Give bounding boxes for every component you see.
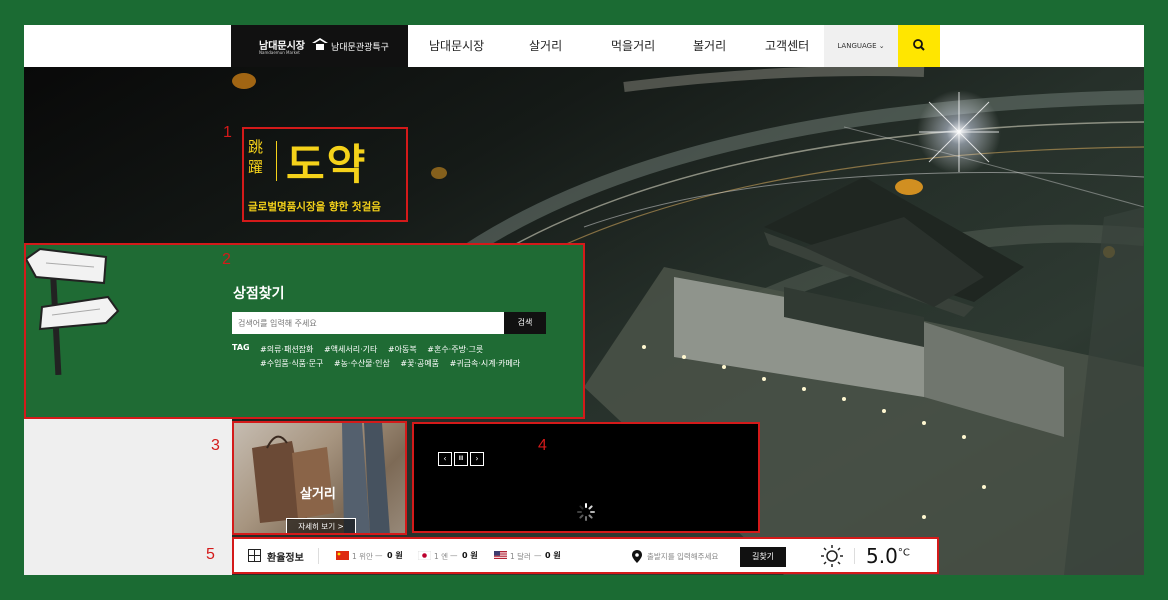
nav-item-namdaemun[interactable]: 남대문시장 [429, 25, 484, 67]
logo-sub-text: Namdaemun Market [259, 50, 300, 55]
annotation-number-1: 1 [223, 124, 232, 141]
annotation-box-4 [412, 422, 760, 533]
hero-banner: 跳躍 도약 글로벌명품시장을 향한 첫걸음 상점찾기 검색 TAG #의류·패션… [24, 67, 1144, 575]
annotation-box-3 [232, 421, 407, 535]
site-logo[interactable]: 남대문시장 Namdaemun Market 남대문관광특구 [231, 25, 408, 67]
annotation-number-5: 5 [206, 546, 215, 563]
emblem-icon [312, 38, 328, 50]
nav-item-sights[interactable]: 볼거리 [693, 25, 726, 67]
annotation-box-2 [24, 243, 585, 419]
search-button[interactable] [898, 25, 940, 67]
site-header: 남대문시장 Namdaemun Market 남대문관광특구 남대문시장 살거리… [24, 25, 1144, 67]
chevron-down-icon: ⌄ [878, 42, 885, 50]
page-frame: 남대문시장 Namdaemun Market 남대문관광특구 남대문시장 살거리… [24, 25, 1144, 575]
annotation-number-2: 2 [222, 251, 231, 268]
search-icon [913, 39, 925, 51]
annotation-box-5 [232, 537, 939, 574]
annotation-number-4: 4 [538, 437, 547, 454]
language-label: LANGUAGE [837, 42, 877, 50]
logo-district-text: 남대문관광특구 [331, 43, 389, 53]
left-gray-panel [24, 417, 232, 575]
language-dropdown[interactable]: LANGUAGE ⌄ [824, 25, 898, 67]
nav-item-food[interactable]: 먹을거리 [611, 25, 655, 67]
annotation-box-1 [242, 127, 408, 222]
annotation-number-3: 3 [211, 437, 220, 454]
nav-item-shopping[interactable]: 살거리 [529, 25, 562, 67]
nav-item-support[interactable]: 고객센터 [765, 25, 809, 67]
